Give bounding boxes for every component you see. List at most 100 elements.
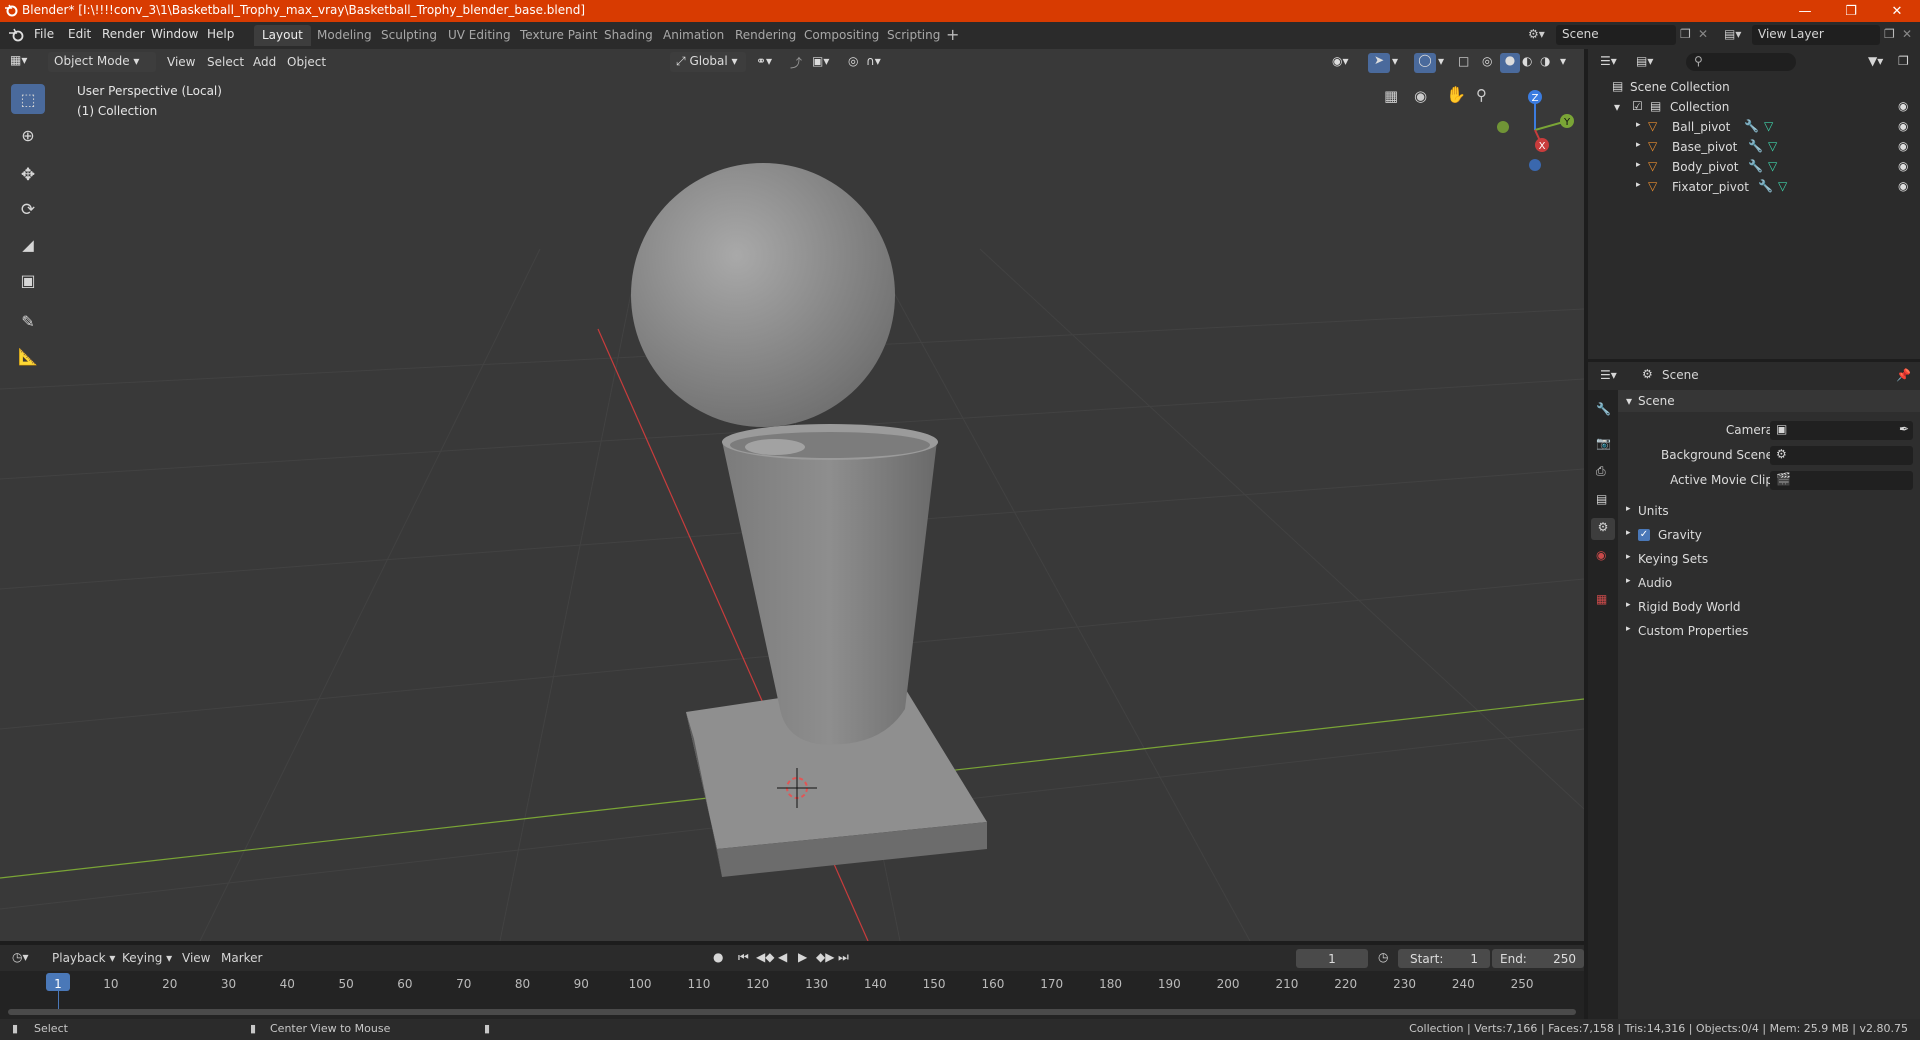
tab-scene-icon[interactable]: ⚙	[1591, 518, 1615, 540]
shading-wireframe-icon[interactable]: ◎	[1482, 54, 1492, 74]
units-section[interactable]: ▸ Units	[1618, 500, 1920, 522]
tab-view-layer-icon[interactable]: ▤	[1596, 492, 1607, 506]
tab-world-icon[interactable]: ◉	[1596, 548, 1606, 562]
outliner-object-row[interactable]: ▸ ▽ Body_pivot 🔧 ▽ ◉	[1588, 157, 1920, 177]
timeline-menu-view[interactable]: View	[182, 951, 210, 965]
tab-scripting[interactable]: Scripting	[879, 25, 948, 46]
expand-triangle-icon[interactable]: ▸	[1636, 180, 1641, 190]
transform-tool[interactable]: ▣	[11, 265, 45, 295]
scene-name-field[interactable]: Scene	[1556, 25, 1676, 45]
tab-texture-paint[interactable]: Texture Paint	[512, 25, 605, 46]
gizmo-toggle-icon[interactable]: ➤	[1368, 53, 1390, 73]
gravity-checkbox[interactable]: ✓	[1638, 529, 1650, 541]
tab-compositing[interactable]: Compositing	[796, 25, 887, 46]
pivot-point-icon[interactable]: ⚭▾	[756, 54, 772, 74]
timeline-menu-keying[interactable]: Keying ▾	[122, 951, 172, 965]
tab-shading[interactable]: Shading	[596, 25, 661, 46]
timeline-editor-icon[interactable]: ◷▾	[12, 950, 29, 964]
menu-file[interactable]: File	[34, 27, 54, 41]
3d-viewport[interactable]: User Perspective (Local) (1) Collection …	[0, 49, 1584, 941]
viewport-menu-object[interactable]: Object	[287, 55, 326, 75]
play-reverse-icon[interactable]: ◀	[778, 950, 787, 964]
shading-rendered-icon[interactable]: ◑	[1540, 54, 1550, 74]
measure-tool[interactable]: 📐	[11, 341, 45, 371]
outliner-object-row[interactable]: ▸ ▽ Fixator_pivot 🔧 ▽ ◉	[1588, 177, 1920, 197]
zoom-icon[interactable]: ⚲	[1476, 86, 1487, 104]
overlay-dropdown-icon[interactable]: ▾	[1438, 54, 1444, 74]
display-mode-icon[interactable]: ▤▾	[1636, 54, 1653, 68]
viewport-menu-select[interactable]: Select	[207, 55, 244, 75]
timeline-menu-playback[interactable]: Playback ▾	[52, 951, 115, 965]
eye-icon[interactable]: ◉	[1898, 139, 1908, 153]
pan-hand-icon[interactable]: ✋	[1446, 85, 1466, 104]
checkbox-icon[interactable]: ☑	[1632, 99, 1643, 113]
timeline-menu-marker[interactable]: Marker	[221, 951, 262, 965]
shading-dropdown-icon[interactable]: ▾	[1560, 54, 1566, 74]
proportional-edit-icon[interactable]: ◎	[848, 54, 858, 74]
custom-properties-section[interactable]: ▸ Custom Properties	[1618, 620, 1920, 642]
tab-texture-icon[interactable]: ▦	[1596, 592, 1607, 606]
eye-icon[interactable]: ◉	[1898, 179, 1908, 193]
jump-start-icon[interactable]: ⏮	[738, 950, 749, 965]
camera-view-icon[interactable]: ◉	[1414, 87, 1427, 105]
audio-section[interactable]: ▸ Audio	[1618, 572, 1920, 594]
next-keyframe-icon[interactable]: ◆▶	[816, 950, 834, 964]
toggle-grid-icon[interactable]: ▦	[1384, 87, 1398, 105]
tab-rendering[interactable]: Rendering	[727, 25, 804, 46]
eye-icon[interactable]: ◉	[1898, 159, 1908, 173]
background-scene-field[interactable]: ⚙	[1770, 446, 1913, 465]
scene-panel-header[interactable]: ▾ Scene	[1618, 390, 1920, 412]
expand-triangle-icon[interactable]: ▸	[1636, 160, 1641, 170]
tab-render-icon[interactable]: 📷	[1596, 436, 1611, 450]
tab-animation[interactable]: Animation	[655, 25, 732, 46]
gizmo-dropdown-icon[interactable]: ▾	[1392, 54, 1398, 74]
collapse-triangle-icon[interactable]: ▾	[1614, 100, 1620, 114]
transform-orientation-dropdown[interactable]: ⤢ Global ▾	[670, 52, 746, 72]
tab-sculpting[interactable]: Sculpting	[373, 25, 445, 46]
tab-tool-icon[interactable]: 🔧	[1596, 402, 1611, 416]
new-collection-icon[interactable]: ❐	[1898, 54, 1909, 68]
outliner-object-row[interactable]: ▸ ▽ Ball_pivot 🔧 ▽ ◉	[1588, 117, 1920, 137]
outliner-scene-collection[interactable]: ▤ Scene Collection	[1588, 77, 1920, 97]
play-icon[interactable]: ▶	[798, 950, 807, 964]
cursor-tool[interactable]: ⊕	[11, 120, 45, 150]
start-frame-field[interactable]: Start: 1	[1398, 949, 1490, 968]
prev-keyframe-icon[interactable]: ◀◆	[756, 950, 774, 964]
falloff-icon[interactable]: ∩▾	[866, 54, 881, 74]
active-movie-clip-field[interactable]: 🎬	[1770, 471, 1913, 490]
properties-editor-icon[interactable]: ☰▾	[1600, 368, 1617, 382]
filter-icon[interactable]: ▼▾	[1868, 54, 1883, 68]
delete-view-layer-icon[interactable]: ✕	[1902, 27, 1912, 41]
eye-icon[interactable]: ◉	[1898, 119, 1908, 133]
new-view-layer-icon[interactable]: ❐	[1884, 27, 1895, 41]
maximize-icon[interactable]: ❐	[1828, 0, 1874, 22]
shading-material-icon[interactable]: ◐	[1522, 54, 1532, 74]
gravity-section[interactable]: ▸ ✓ Gravity	[1618, 524, 1920, 546]
mode-dropdown[interactable]: Object Mode ▾	[48, 52, 156, 72]
menu-render[interactable]: Render	[102, 27, 145, 41]
navigation-gizmo[interactable]: Z Y X	[1490, 85, 1580, 175]
camera-field[interactable]: ▣ ✒	[1770, 421, 1913, 440]
view-layer-icon[interactable]: ▤▾	[1724, 27, 1741, 41]
keying-sets-section[interactable]: ▸ Keying Sets	[1618, 548, 1920, 570]
blender-menu-icon[interactable]	[8, 28, 24, 42]
outliner-object-row[interactable]: ▸ ▽ Base_pivot 🔧 ▽ ◉	[1588, 137, 1920, 157]
outliner-search-input[interactable]: ⚲	[1686, 53, 1796, 71]
scale-tool[interactable]: ◢	[11, 230, 45, 260]
outliner-collection[interactable]: ▾ ☑ ▤ Collection ◉	[1588, 97, 1920, 117]
snap-target-icon[interactable]: ▣▾	[812, 54, 829, 74]
rotate-tool[interactable]: ⟳	[11, 195, 45, 225]
visibility-icon[interactable]: ◉▾	[1332, 54, 1349, 74]
snap-icon[interactable]: ⤴	[790, 54, 802, 74]
move-tool[interactable]: ✥	[11, 160, 45, 190]
new-scene-icon[interactable]: ❐	[1680, 27, 1691, 41]
eyedropper-icon[interactable]: ✒	[1899, 422, 1909, 436]
clock-icon[interactable]: ◷	[1378, 950, 1388, 964]
jump-end-icon[interactable]: ⏭	[838, 950, 849, 965]
xray-icon[interactable]: □	[1458, 54, 1469, 74]
tab-layout[interactable]: Layout	[254, 25, 311, 46]
editor-type-icon[interactable]: ▦▾	[10, 53, 27, 73]
pin-icon[interactable]: 📌	[1896, 368, 1911, 382]
overlay-toggle-icon[interactable]: ◯	[1414, 53, 1436, 73]
select-box-tool[interactable]: ⬚	[11, 84, 45, 114]
